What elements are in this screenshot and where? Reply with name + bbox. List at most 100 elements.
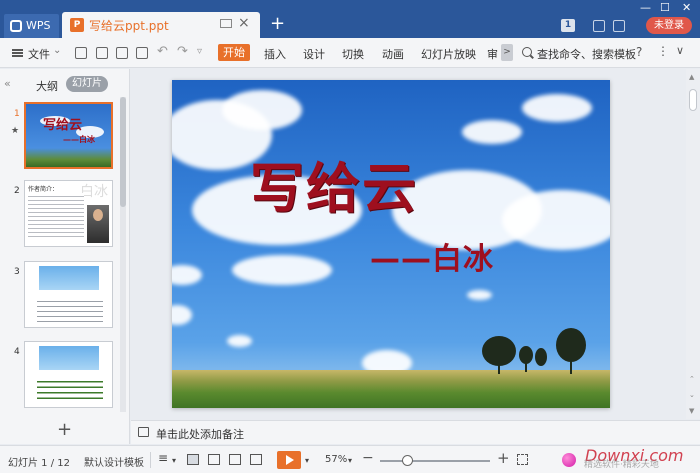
print-icon[interactable]: [116, 47, 128, 59]
zoom-level[interactable]: 57%: [325, 454, 347, 465]
cloud-shape: [172, 305, 192, 325]
slide-number: 1: [14, 109, 20, 119]
thumb-sky-image: [39, 346, 99, 370]
window-count-badge[interactable]: 1: [561, 19, 575, 32]
export-pdf-icon[interactable]: [96, 47, 108, 59]
hamburger-menu-icon[interactable]: [12, 49, 23, 57]
tab-design[interactable]: 设计: [303, 46, 325, 62]
thumb-text-lines: [28, 193, 84, 237]
chevron-down-icon[interactable]: ⌄: [53, 45, 61, 56]
more-tabs-button[interactable]: >: [501, 44, 513, 61]
new-tab-button[interactable]: +: [270, 14, 285, 34]
collapse-ribbon-button[interactable]: ∨: [676, 44, 684, 57]
more-options-button[interactable]: ⋮: [657, 44, 669, 58]
shirt-icon[interactable]: [613, 20, 625, 32]
thumb-title: 作者简介：: [28, 186, 59, 193]
minimize-button[interactable]: —: [640, 1, 651, 14]
tree-trunk: [498, 360, 500, 374]
panel-scrollbar-thumb[interactable]: [120, 97, 126, 207]
slide-thumbnail-4[interactable]: [24, 341, 113, 408]
notes-area[interactable]: 单击此处添加备注: [131, 420, 700, 444]
add-slide-button[interactable]: +: [57, 419, 72, 440]
watermark-subtext: 精选软件·精彩天地: [584, 460, 659, 470]
tree-trunk: [570, 358, 572, 374]
login-button[interactable]: 未登录: [646, 17, 692, 34]
chevron-down-icon[interactable]: ▾: [348, 456, 352, 465]
scroll-down-icon[interactable]: ▼: [689, 407, 694, 415]
zoom-out-button[interactable]: −: [362, 450, 374, 466]
canvas-scrollbar[interactable]: ▲ ⌃ ⌄ ▼: [686, 69, 700, 419]
command-search[interactable]: 查找命令、搜索模板: [537, 46, 636, 62]
cloud-shape: [222, 90, 302, 130]
slide-thumbnail-2[interactable]: 作者简介： 白冰: [24, 180, 113, 247]
close-tab-icon[interactable]: ×: [238, 15, 250, 31]
tab-transition[interactable]: 切换: [342, 46, 364, 62]
file-menu[interactable]: 文件: [28, 46, 50, 62]
tab-slides[interactable]: 幻灯片: [66, 76, 108, 92]
maximize-button[interactable]: ☐: [660, 1, 670, 14]
author-photo: [87, 205, 109, 243]
slide-thumbnail-1[interactable]: 写给云 ——白冰: [24, 102, 113, 169]
tab-outline[interactable]: 大纲: [36, 78, 58, 94]
thumb-heading: 白冰: [80, 184, 108, 200]
slide-panel: « 大纲 幻灯片 1 ★ 写给云 ——白冰 2 作者简介： 白冰 3 4 +: [0, 69, 130, 444]
monitor-icon[interactable]: [220, 19, 232, 28]
current-slide[interactable]: 写给云 ——白冰: [172, 80, 610, 408]
zoom-in-button[interactable]: +: [497, 449, 510, 467]
zoom-slider-track[interactable]: [380, 460, 490, 462]
prev-slide-icon[interactable]: ⌃: [689, 375, 695, 383]
save-icon[interactable]: [75, 47, 87, 59]
reading-view-icon[interactable]: [229, 454, 241, 465]
thumb-subtitle: ——白冰: [63, 135, 95, 144]
customize-toolbar-icon[interactable]: ▿: [197, 46, 202, 57]
slide-number: 4: [14, 347, 20, 357]
document-title: 写给云ppt.ppt: [89, 19, 169, 33]
thumb-title: 写给云: [43, 118, 83, 133]
notes-toggle-icon[interactable]: ≡: [158, 451, 168, 465]
undo-icon[interactable]: ↶: [157, 44, 168, 59]
tab-insert[interactable]: 插入: [264, 46, 286, 62]
template-name[interactable]: 默认设计模板: [84, 454, 144, 469]
slide-thumbnail-3[interactable]: [24, 261, 113, 328]
redo-icon[interactable]: ↷: [177, 44, 188, 59]
slide-title[interactable]: 写给云: [250, 144, 418, 223]
cloud-shape: [227, 335, 252, 347]
collapse-panel-icon[interactable]: «: [4, 77, 11, 90]
scroll-up-icon[interactable]: ▲: [689, 73, 694, 81]
presenter-view-icon[interactable]: [250, 454, 262, 465]
chevron-down-icon[interactable]: ▾: [172, 456, 176, 465]
next-slide-icon[interactable]: ⌄: [689, 391, 695, 399]
wps-tab-label: WPS: [26, 19, 51, 32]
slide-sorter-icon[interactable]: [208, 454, 220, 465]
search-icon[interactable]: [522, 47, 532, 57]
skin-icon[interactable]: [593, 20, 605, 32]
print-preview-icon[interactable]: [136, 47, 148, 59]
title-bar: WPS P 写给云ppt.ppt × + 1 未登录 — ☐ ✕: [0, 0, 700, 38]
ribbon-bar: 文件 ⌄ ↶ ↷ ▿ 开始 插入 设计 切换 动画 幻灯片放映 审 > 查找命令…: [0, 38, 700, 68]
slide-subtitle[interactable]: ——白冰: [370, 234, 494, 278]
canvas-scrollbar-thumb[interactable]: [689, 89, 697, 111]
tree-shape: [556, 328, 586, 362]
ppt-file-icon: P: [70, 18, 84, 32]
play-slideshow-button[interactable]: [277, 451, 301, 469]
chevron-down-icon[interactable]: ▾: [305, 456, 309, 465]
tab-animation[interactable]: 动画: [382, 46, 404, 62]
normal-view-icon[interactable]: [187, 454, 199, 465]
cloud-shape: [462, 120, 522, 144]
cloud-shape: [467, 290, 492, 300]
wps-home-tab[interactable]: WPS: [4, 14, 59, 38]
tree-shape: [535, 348, 547, 366]
notes-placeholder[interactable]: 单击此处添加备注: [156, 426, 244, 442]
divider: [150, 452, 151, 468]
help-button[interactable]: ?: [636, 45, 642, 59]
close-window-button[interactable]: ✕: [682, 1, 691, 14]
tab-slideshow[interactable]: 幻灯片放映: [421, 46, 476, 62]
site-logo-icon: [562, 453, 576, 467]
fit-window-icon[interactable]: [517, 454, 528, 465]
tab-review[interactable]: 审: [487, 46, 498, 62]
thumb-text-lines: [37, 297, 103, 323]
document-tab[interactable]: P 写给云ppt.ppt ×: [62, 12, 260, 38]
zoom-slider-knob[interactable]: [402, 455, 413, 466]
animation-star-icon: ★: [11, 126, 20, 136]
tab-start[interactable]: 开始: [218, 44, 250, 61]
